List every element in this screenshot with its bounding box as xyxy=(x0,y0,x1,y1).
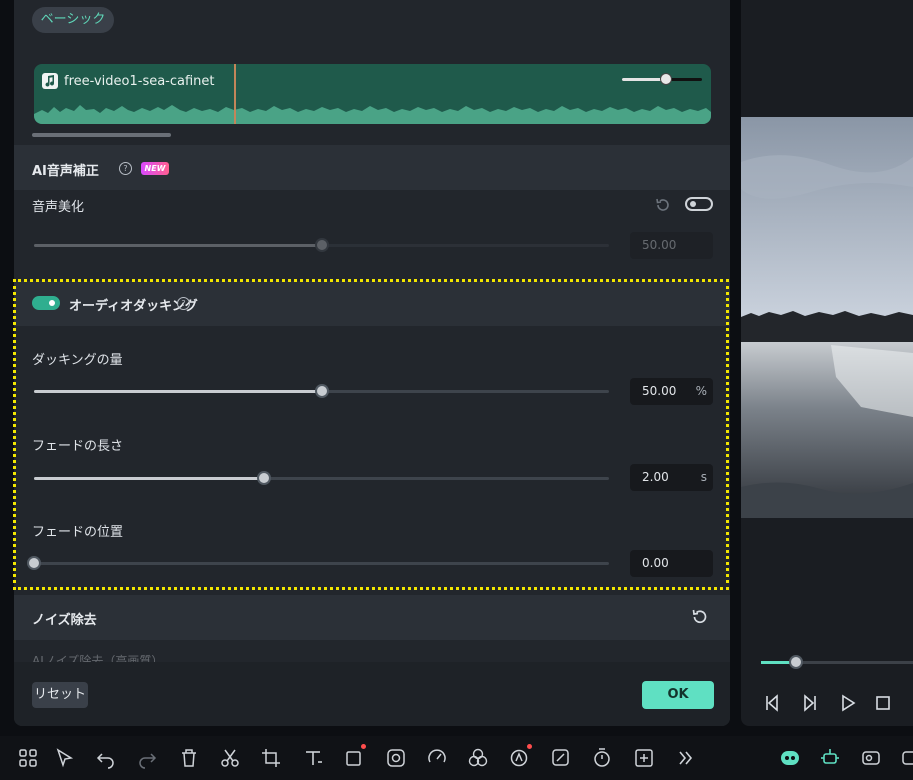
speed-icon[interactable] xyxy=(425,746,449,770)
fade-position-value-box[interactable]: 0.00 xyxy=(630,550,713,577)
stop-icon[interactable] xyxy=(872,692,894,714)
notification-dot xyxy=(527,744,532,749)
ducking-amount-value: 50.00 xyxy=(642,384,677,398)
ducking-amount-unit: % xyxy=(695,384,707,398)
text-icon[interactable] xyxy=(301,746,325,770)
reset-button[interactable]: リセット xyxy=(32,682,88,708)
panel-footer: リセット OK xyxy=(14,662,730,726)
clip-volume-knob[interactable] xyxy=(660,73,672,85)
color-icon[interactable] xyxy=(466,746,490,770)
audio-clip[interactable]: free-video1-sea-cafinet xyxy=(34,64,711,124)
cut-icon[interactable] xyxy=(218,746,242,770)
notification-dot xyxy=(361,744,366,749)
mascot-icon[interactable] xyxy=(778,746,802,770)
new-badge: NEW xyxy=(141,162,169,175)
beautify-value: 50.00 xyxy=(642,238,677,252)
fade-position-knob[interactable] xyxy=(27,556,41,570)
shape-icon[interactable] xyxy=(342,744,366,770)
more-icon[interactable] xyxy=(673,746,697,770)
grid-icon[interactable] xyxy=(16,746,40,770)
beautify-toggle[interactable] xyxy=(685,197,713,211)
play-icon[interactable] xyxy=(837,692,859,714)
beautify-label: 音声美化 xyxy=(32,200,85,215)
preview-progress[interactable] xyxy=(761,655,913,669)
ducking-section-header: オーディオダッキング ? xyxy=(14,281,730,326)
crop-icon[interactable] xyxy=(259,746,283,770)
ai-sparkle-icon[interactable] xyxy=(818,746,842,770)
ai-motion-icon[interactable] xyxy=(859,746,883,770)
toggle-dot xyxy=(49,300,55,306)
fade-length-fill xyxy=(34,477,264,480)
beautify-slider-fill xyxy=(34,244,322,247)
delete-icon[interactable] xyxy=(177,746,201,770)
video-preview xyxy=(741,117,913,518)
fade-length-label: フェードの長さ xyxy=(32,439,124,454)
beautify-slider[interactable] xyxy=(34,238,609,252)
fade-length-value-box[interactable]: 2.00 s xyxy=(630,464,713,491)
prev-frame-icon[interactable] xyxy=(761,692,783,714)
ducking-toggle[interactable] xyxy=(32,296,60,310)
reset-icon[interactable] xyxy=(654,196,672,214)
ducking-amount-fill xyxy=(34,390,322,393)
help-icon[interactable]: ? xyxy=(177,297,190,310)
ai-icon[interactable] xyxy=(508,744,532,770)
ai-edit-icon[interactable] xyxy=(549,746,573,770)
ok-button[interactable]: OK xyxy=(642,681,714,709)
ai-extra-icon[interactable] xyxy=(899,746,913,770)
fade-position-slider[interactable] xyxy=(27,556,609,570)
clip-name: free-video1-sea-cafinet xyxy=(64,74,215,89)
fade-length-slider[interactable] xyxy=(34,471,609,485)
ai-voice-title: AI音声補正 xyxy=(32,164,99,179)
noise-title: ノイズ除去 xyxy=(32,613,97,628)
ducking-amount-knob[interactable] xyxy=(314,384,329,398)
toggle-dot xyxy=(690,201,696,207)
help-icon[interactable]: ? xyxy=(119,162,132,175)
tab-basic[interactable]: ベーシック xyxy=(32,7,114,33)
select-icon[interactable] xyxy=(53,746,77,770)
fade-length-knob[interactable] xyxy=(257,471,271,485)
preview-panel xyxy=(741,0,913,726)
music-note-icon xyxy=(42,73,58,89)
waveform xyxy=(34,105,711,124)
noise-section-header: ノイズ除去 xyxy=(14,595,730,640)
clip-volume-slider[interactable] xyxy=(622,73,702,85)
fade-position-value: 0.00 xyxy=(642,556,669,570)
fade-length-unit: s xyxy=(700,470,707,484)
fade-position-label: フェードの位置 xyxy=(32,525,124,540)
ducking-amount-label: ダッキングの量 xyxy=(32,353,123,368)
undo-icon[interactable] xyxy=(94,746,118,770)
next-frame-icon[interactable] xyxy=(799,692,821,714)
beautify-slider-knob[interactable] xyxy=(314,238,329,252)
redo-icon[interactable] xyxy=(135,746,159,770)
bottom-toolbar xyxy=(0,736,913,780)
reset-icon[interactable] xyxy=(690,607,710,627)
add-icon[interactable] xyxy=(632,746,656,770)
horizontal-scrollbar[interactable] xyxy=(32,133,171,137)
audio-settings-panel: ベーシック free-video1-sea-cafinet AI音声補正 ? N… xyxy=(14,0,730,726)
mask-icon[interactable] xyxy=(384,746,408,770)
fade-length-value: 2.00 xyxy=(642,470,669,484)
preview-progress-knob[interactable] xyxy=(788,655,803,669)
ducking-amount-slider[interactable] xyxy=(34,384,609,398)
timer-icon[interactable] xyxy=(590,746,614,770)
ducking-amount-value-box[interactable]: 50.00 % xyxy=(630,378,713,405)
ai-voice-section-header: AI音声補正 ? NEW xyxy=(14,145,730,190)
playhead[interactable] xyxy=(234,64,236,124)
beautify-value-box[interactable]: 50.00 xyxy=(630,232,713,259)
